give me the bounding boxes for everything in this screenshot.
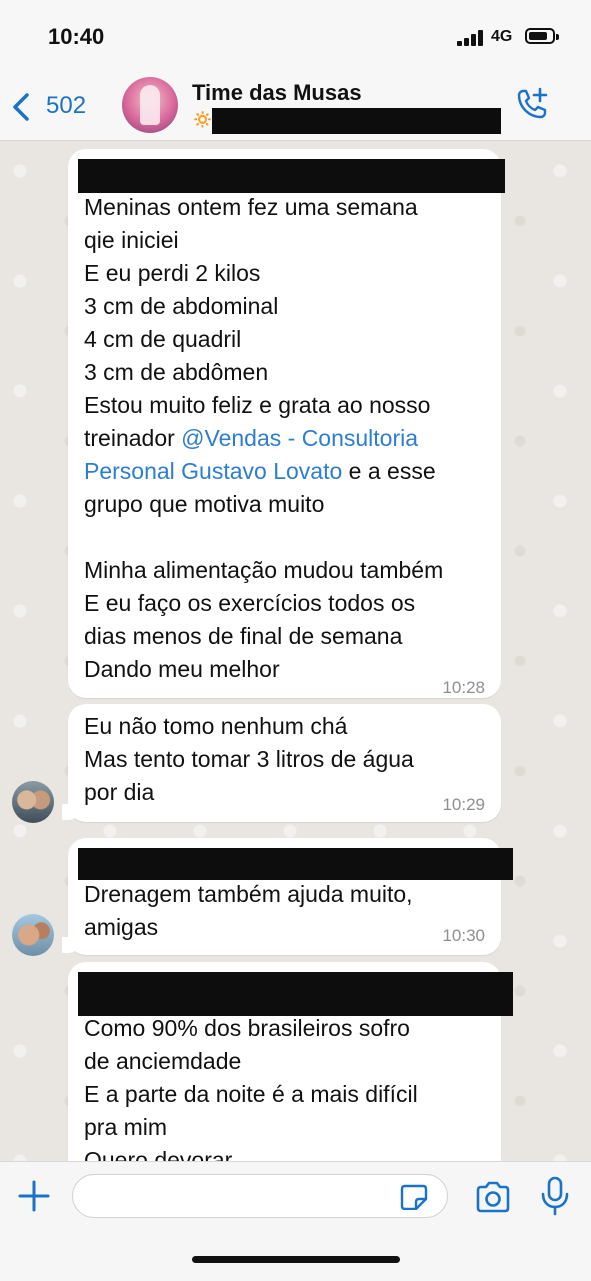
- sun-icon: 🔅: [192, 110, 214, 129]
- message-line: 4 cm de quadril: [84, 326, 242, 352]
- message-line: Quero devorar: [84, 1147, 233, 1161]
- network-type: 4G: [491, 28, 513, 45]
- message-line: qie iniciei: [84, 227, 179, 253]
- message-bubble[interactable]: Como 90% dos brasileiros sofro de anciem…: [68, 962, 513, 1161]
- message-line: Dando meu melhor: [84, 656, 280, 682]
- status-bar: 10:40 4G: [0, 0, 591, 72]
- message-line: Minha alimentação mudou também: [84, 557, 444, 583]
- unread-count: 502: [46, 92, 87, 119]
- message-line: Meninas ontem fez uma semana: [84, 194, 418, 220]
- sticker-icon: [400, 1184, 428, 1211]
- message-list[interactable]: Meninas ontem fez uma semana qie iniciei…: [0, 141, 591, 1161]
- sticker-button[interactable]: [400, 1184, 428, 1211]
- redacted-sender: [78, 159, 505, 193]
- chevron-left-icon: [13, 93, 29, 121]
- message-bubble[interactable]: Eu não tomo nenhum chá Mas tento tomar 3…: [62, 704, 501, 822]
- message-bubble[interactable]: Meninas ontem fez uma semana qie iniciei…: [68, 149, 505, 698]
- message-line: grupo que motiva muito: [84, 491, 325, 517]
- message-input[interactable]: [72, 1174, 448, 1218]
- chat-title[interactable]: Time das Musas: [192, 80, 362, 106]
- home-indicator: [192, 1256, 400, 1263]
- message-timestamp: 10:30: [442, 926, 485, 945]
- message-line: 3 cm de abdômen: [84, 359, 269, 385]
- message-line: de anciemdade: [84, 1048, 242, 1074]
- camera-icon: [476, 1181, 510, 1213]
- message-text: e a esse: [342, 458, 436, 484]
- phone-plus-icon: [517, 87, 548, 119]
- message-line: Mas tento tomar 3 litros de água: [84, 746, 414, 772]
- message-line: Personal Gustavo Lovato e a esse: [84, 455, 443, 488]
- redacted-subtitle: [212, 108, 501, 134]
- message-line: Estou muito feliz e grata ao nosso: [84, 392, 431, 418]
- message-bubble[interactable]: Drenagem também ajuda muito, amigas 10:3…: [62, 838, 513, 955]
- status-time: 10:40: [48, 24, 105, 49]
- microphone-button[interactable]: [540, 1176, 570, 1216]
- signal-strength-icon: [457, 30, 485, 46]
- message-line: 3 cm de abdominal: [84, 293, 279, 319]
- message-line: [84, 521, 443, 554]
- message-timestamp: 10:29: [442, 795, 485, 814]
- redacted-sender: [78, 848, 513, 880]
- message-line: E a parte da noite é a mais difícil: [84, 1081, 418, 1107]
- attach-button[interactable]: [16, 1178, 52, 1214]
- message-text: treinador: [84, 425, 182, 451]
- message-line: Como 90% dos brasileiros sofro: [84, 1015, 410, 1041]
- microphone-icon: [541, 1176, 569, 1216]
- message-timestamp: 10:28: [442, 678, 485, 697]
- mention-link[interactable]: Personal Gustavo Lovato: [84, 458, 342, 484]
- battery-icon: [525, 28, 559, 44]
- message-line: E eu perdi 2 kilos: [84, 260, 261, 286]
- sender-avatar[interactable]: [12, 914, 54, 956]
- message-line: dias menos de final de semana: [84, 623, 403, 649]
- message-line: Eu não tomo nenhum chá: [84, 713, 348, 739]
- message-line: por dia: [84, 779, 155, 805]
- mention-link[interactable]: @Vendas - Consultoria: [181, 425, 418, 451]
- plus-icon: [18, 1180, 50, 1212]
- add-call-button[interactable]: [512, 86, 552, 126]
- message-line: pra mim: [84, 1114, 168, 1140]
- sender-avatar[interactable]: [12, 781, 54, 823]
- composer-bar: [0, 1161, 591, 1281]
- message-line: E eu faço os exercícios todos os: [84, 590, 416, 616]
- message-line: treinador @Vendas - Consultoria: [84, 422, 443, 455]
- message-line: Drenagem também ajuda muito,: [84, 881, 413, 907]
- redacted-sender: [78, 972, 513, 1016]
- camera-button[interactable]: [474, 1180, 512, 1214]
- message-line: amigas: [84, 914, 159, 940]
- chat-header: 502 Time das Musas 🔅: [0, 72, 591, 141]
- group-avatar[interactable]: [122, 77, 178, 133]
